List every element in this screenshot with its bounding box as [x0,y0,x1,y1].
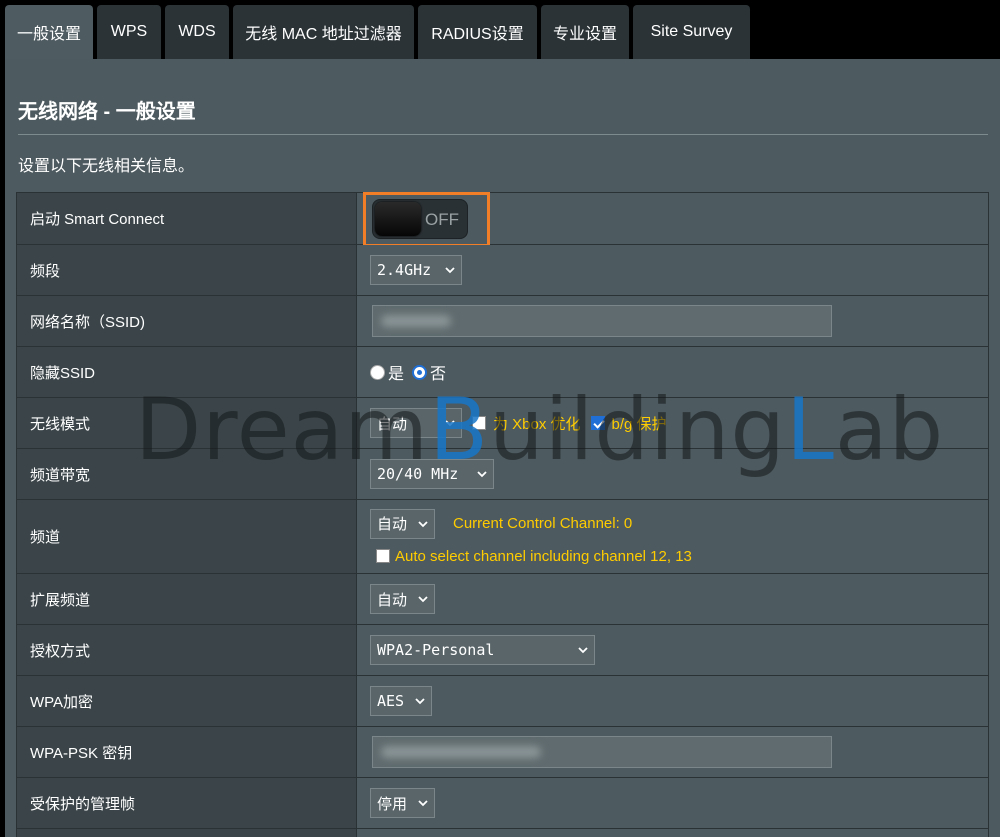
blurred-text [381,746,541,758]
row-label: 网络名称（SSID) [17,296,357,346]
select-value: 自动 [377,590,408,609]
row-ssid: 网络名称（SSID) [17,296,989,347]
chevron-down-icon [415,698,425,705]
bg-protection-label: b/g 保护 [611,415,667,433]
page-title: 无线网络 - 一般设置 [18,101,196,123]
chevron-down-icon [477,471,487,478]
ext-channel-select[interactable]: 自动 [370,584,435,614]
bandwidth-select[interactable]: 20/40 MHz [370,459,494,489]
auth-method-select[interactable]: WPA2-Personal [370,635,595,665]
row-label [17,829,357,837]
row-wireless-mode: 无线模式 自动 为 Xbox 优化 b/g 保护 [17,398,989,449]
row-channel: 频道 自动 Current Control Channel: 0 Auto se… [17,500,989,574]
row-label: 启动 Smart Connect [17,193,357,244]
pmf-select[interactable]: 停用 [370,788,435,818]
row-label: 隐藏SSID [17,347,357,397]
row-wpa-encryption: WPA加密 AES [17,676,989,727]
row-pmf: 受保护的管理帧 停用 [17,778,989,829]
row-value: OFF [357,192,989,247]
row-value [357,829,989,837]
current-channel-text: Current Control Channel: 0 [453,515,633,532]
select-value: 自动 [377,515,408,533]
hide-ssid-yes-radio[interactable] [370,364,385,380]
select-value: 2.4GHz [377,261,432,279]
row-value: 自动 Current Control Channel: 0 Auto selec… [357,500,989,573]
auto-channel-label: Auto select channel including channel 12… [395,547,692,565]
select-value: 停用 [377,794,408,813]
row-bandwidth: 频道带宽 20/40 MHz [17,449,989,500]
select-value: WPA2-Personal [377,641,495,659]
radio-label-no: 否 [430,366,447,383]
row-value: 自动 [357,574,989,624]
row-label: WPA加密 [17,676,357,726]
row-label: 无线模式 [17,398,357,448]
row-hide-ssid: 隐藏SSID 是 否 [17,347,989,398]
tab-site-survey[interactable]: Site Survey [633,5,750,59]
auto-channel-checkbox[interactable] [376,549,390,563]
row-smart-connect: 启动 Smart Connect OFF [17,192,989,247]
row-value: 自动 为 Xbox 优化 b/g 保护 [357,398,989,448]
row-value: AES [357,676,989,726]
tab-general[interactable]: 一般设置 [5,5,93,59]
auto-channel-line: Auto select channel including channel 12… [376,548,692,565]
row-psk: WPA-PSK 密钥 [17,727,989,778]
settings-panel: 无线网络 - 一般设置 设置以下无线相关信息。 启动 Smart Connect… [5,59,1000,837]
select-value: 自动 [377,414,408,433]
row-value: WPA2-Personal [357,625,989,675]
tab-professional[interactable]: 专业设置 [541,5,629,59]
chevron-down-icon [445,267,455,274]
row-label: 扩展频道 [17,574,357,624]
chevron-down-icon [418,800,428,807]
blurred-text [381,315,451,327]
xbox-checkbox[interactable] [472,416,486,430]
radio-label-yes: 是 [388,366,405,383]
xbox-label: 为 Xbox 优化 [493,415,581,433]
smart-connect-toggle[interactable]: OFF [372,198,468,239]
row-value: 是 否 [357,347,989,397]
tab-wds[interactable]: WDS [165,5,229,59]
row-label: 频道带宽 [17,449,357,499]
row-partial [17,829,989,837]
toggle-knob [375,201,421,236]
tab-wps[interactable]: WPS [97,5,161,59]
wireless-mode-select[interactable]: 自动 [370,408,462,438]
select-value: AES [377,692,405,710]
row-label: 授权方式 [17,625,357,675]
row-ext-channel: 扩展频道 自动 [17,574,989,625]
band-select[interactable]: 2.4GHz [370,255,462,285]
row-auth: 授权方式 WPA2-Personal [17,625,989,676]
row-value: 2.4GHz [357,245,989,295]
chevron-down-icon [445,420,455,427]
channel-line: 自动 Current Control Channel: 0 [370,508,633,539]
tab-radius[interactable]: RADIUS设置 [418,5,537,59]
row-value: 20/40 MHz [357,449,989,499]
hide-ssid-no-radio[interactable] [412,364,428,380]
row-label: WPA-PSK 密钥 [17,727,357,777]
chevron-down-icon [418,596,428,603]
ssid-input[interactable] [372,305,832,337]
tab-mac-filter[interactable]: 无线 MAC 地址过滤器 [233,5,414,59]
title-divider [18,134,988,135]
page-description: 设置以下无线相关信息。 [18,158,195,175]
row-label: 频段 [17,245,357,295]
row-value [357,296,989,346]
wpa-encryption-select[interactable]: AES [370,686,432,716]
row-value: 停用 [357,778,989,828]
row-value [357,727,989,777]
settings-table: 启动 Smart Connect OFF 频段 2.4GHz 网络名称（SSID… [16,192,989,837]
tab-bar: 一般设置 WPS WDS 无线 MAC 地址过滤器 RADIUS设置 专业设置 … [5,5,754,59]
row-band: 频段 2.4GHz [17,245,989,296]
toggle-state-text: OFF [425,209,459,229]
bg-protection-checkbox[interactable] [590,416,605,430]
row-label: 受保护的管理帧 [17,778,357,828]
select-value: 20/40 MHz [377,465,459,483]
channel-select[interactable]: 自动 [370,508,435,539]
row-label: 频道 [17,500,357,573]
chevron-down-icon [418,520,428,527]
psk-input[interactable] [372,736,832,768]
chevron-down-icon [578,647,588,654]
